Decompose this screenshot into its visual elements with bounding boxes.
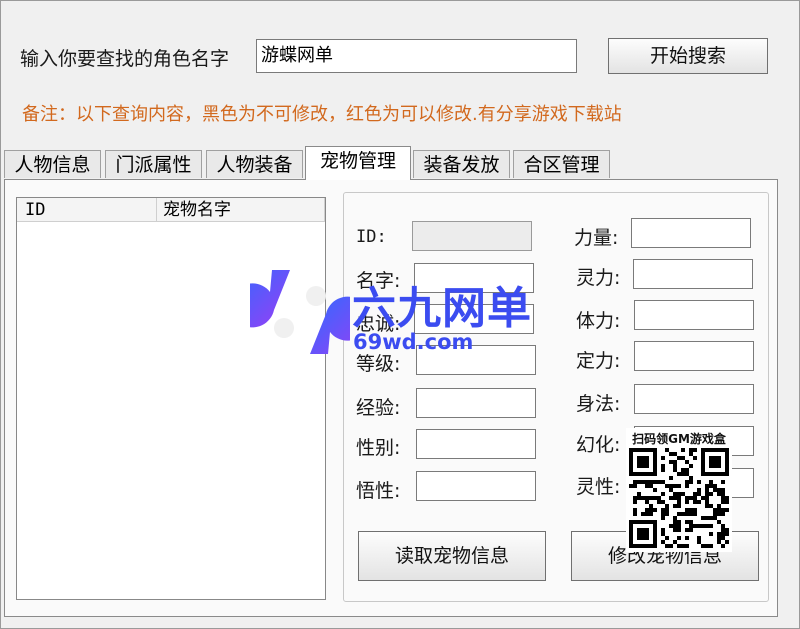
tab-server-merge[interactable]: 合区管理 [513, 150, 610, 178]
spirituality-label: 灵性: [576, 476, 621, 498]
experience-field[interactable] [416, 388, 536, 418]
qr-code-icon [629, 448, 729, 548]
stamina-label: 体力: [576, 310, 621, 332]
role-name-input[interactable]: 游蝶网单 [256, 39, 577, 73]
tab-pet-management[interactable]: 宠物管理 [305, 146, 411, 180]
qr-code-box: 扫码领GM游戏盒 [626, 428, 732, 552]
tab-sect-attributes[interactable]: 门派属性 [105, 150, 202, 178]
id-field [412, 221, 532, 251]
strength-label: 力量: [574, 227, 619, 249]
stamina-field[interactable] [634, 300, 754, 330]
concentration-field[interactable] [634, 341, 754, 371]
agility-label: 身法: [576, 393, 621, 415]
spirit-power-label: 灵力: [576, 267, 621, 289]
gender-field[interactable] [416, 429, 536, 459]
experience-label: 经验: [356, 397, 401, 419]
gender-label: 性别: [356, 437, 401, 459]
tab-equipment-distribution[interactable]: 装备发放 [413, 150, 510, 178]
comprehension-field[interactable] [416, 471, 536, 501]
id-label: ID: [356, 227, 387, 247]
transform-label: 幻化: [576, 434, 621, 456]
search-label: 输入你要查找的角色名字 [20, 48, 230, 70]
agility-field[interactable] [634, 384, 754, 414]
watermark-logo: 六九网单 69wd.com [250, 262, 560, 362]
start-search-button[interactable]: 开始搜索 [608, 38, 768, 74]
read-pet-info-button[interactable]: 读取宠物信息 [358, 531, 546, 581]
strength-field[interactable] [631, 218, 751, 248]
spirit-power-field[interactable] [633, 259, 753, 289]
column-header-id[interactable]: ID [17, 198, 157, 222]
watermark-url: 69wd.com [353, 330, 474, 354]
note-text: 备注：以下查询内容，黑色为不可修改，红色为可以修改.有分享游戏下载站 [22, 104, 622, 125]
tab-character-equipment[interactable]: 人物装备 [206, 150, 303, 178]
pet-list[interactable]: ID 宠物名字 [16, 197, 326, 600]
concentration-label: 定力: [576, 350, 621, 372]
qr-caption: 扫码领GM游戏盒 [632, 432, 726, 446]
watermark-title: 六九网单 [352, 283, 532, 334]
comprehension-label: 悟性: [356, 480, 401, 502]
column-header-pet-name[interactable]: 宠物名字 [157, 198, 325, 222]
logo-69-icon [250, 270, 350, 354]
tab-character-info[interactable]: 人物信息 [4, 150, 101, 178]
